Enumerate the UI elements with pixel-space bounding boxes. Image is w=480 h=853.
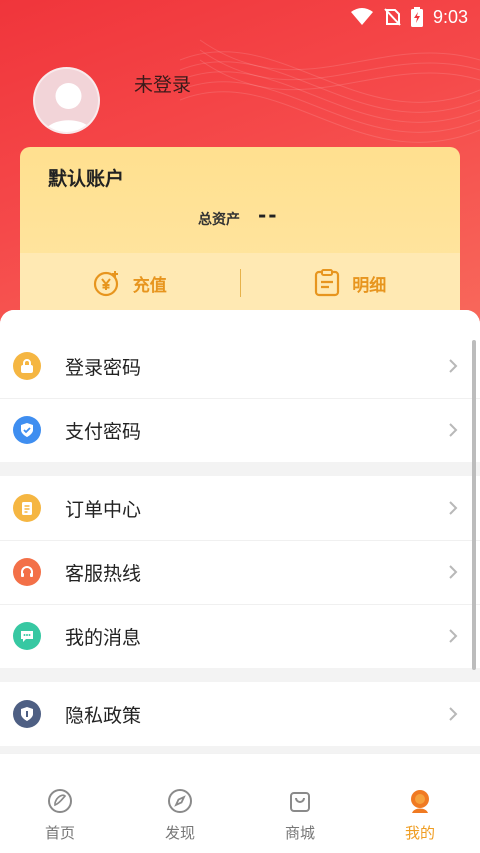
status-time: 9:03 xyxy=(432,6,468,27)
chevron-right-icon xyxy=(449,565,458,579)
menu-label: 支付密码 xyxy=(65,420,142,443)
compass-icon xyxy=(168,789,192,813)
menu-item-customer-service[interactable]: 客服热线 xyxy=(0,540,480,604)
tab-label: 商城 xyxy=(284,824,315,842)
menu-item-login-password[interactable]: 登录密码 xyxy=(0,334,480,398)
menu-label: 我的消息 xyxy=(65,626,142,649)
tab-label: 发现 xyxy=(164,824,195,842)
tab-mine[interactable]: 我的 xyxy=(360,754,480,853)
card-actions: 充值 明细 xyxy=(20,253,460,313)
section-gap xyxy=(0,668,480,682)
detail-label: 明细 xyxy=(352,275,387,296)
home-icon xyxy=(48,789,72,813)
profile-icon xyxy=(411,790,429,813)
tab-label: 首页 xyxy=(44,824,75,842)
status-bar: 9:03 xyxy=(0,0,480,34)
section-gap xyxy=(0,462,480,476)
avatar[interactable] xyxy=(33,67,100,134)
menu-label: 客服热线 xyxy=(65,562,142,585)
menu-sheet: 登录密码 支付密码 订单中心 客服热线 我的消息 隐私政策 xyxy=(0,310,480,753)
menu-item-order-center[interactable]: 订单中心 xyxy=(0,476,480,540)
shield-check-icon xyxy=(13,416,41,444)
total-assets-value: -- xyxy=(258,203,279,227)
chat-icon xyxy=(13,622,41,650)
chevron-right-icon xyxy=(449,707,458,721)
detail-list-icon xyxy=(315,269,340,297)
chevron-right-icon xyxy=(449,359,458,373)
lock-icon xyxy=(13,352,41,380)
tab-mall[interactable]: 商城 xyxy=(240,754,360,853)
bag-icon xyxy=(290,792,310,812)
no-sim-icon xyxy=(384,8,401,26)
recharge-yen-icon xyxy=(93,271,118,297)
menu-item-privacy-policy[interactable]: 隐私政策 xyxy=(0,682,480,746)
scrollbar[interactable] xyxy=(472,340,476,670)
privacy-shield-icon xyxy=(13,700,41,728)
bottom-tab-bar: 首页 发现 商城 我的 xyxy=(0,753,480,853)
chevron-right-icon xyxy=(449,423,458,437)
account-title: 默认账户 xyxy=(48,168,125,190)
recharge-button[interactable]: 充值 xyxy=(20,269,240,297)
menu-group-security: 登录密码 支付密码 xyxy=(0,310,480,462)
headset-icon xyxy=(13,558,41,586)
battery-charging-icon xyxy=(410,7,423,27)
menu-item-payment-password[interactable]: 支付密码 xyxy=(0,398,480,462)
chevron-right-icon xyxy=(449,629,458,643)
menu-group-services: 订单中心 客服热线 我的消息 xyxy=(0,476,480,668)
username-login-prompt[interactable]: 未登录 xyxy=(134,70,191,97)
total-assets-label: 总资产 xyxy=(198,212,240,228)
menu-item-my-messages[interactable]: 我的消息 xyxy=(0,604,480,668)
account-card: 默认账户 总资产 -- 充值 明细 xyxy=(20,147,460,327)
detail-button[interactable]: 明细 xyxy=(241,269,461,297)
chevron-right-icon xyxy=(449,501,458,515)
menu-label: 订单中心 xyxy=(65,498,142,521)
menu-group-legal: 隐私政策 xyxy=(0,682,480,746)
clipboard-icon xyxy=(13,494,41,522)
recharge-label: 充值 xyxy=(132,275,167,296)
wifi-icon xyxy=(350,8,373,25)
tab-label: 我的 xyxy=(404,824,435,842)
tab-home[interactable]: 首页 xyxy=(0,754,120,853)
menu-label: 登录密码 xyxy=(65,356,142,379)
menu-label: 隐私政策 xyxy=(65,704,142,727)
tab-discover[interactable]: 发现 xyxy=(120,754,240,853)
